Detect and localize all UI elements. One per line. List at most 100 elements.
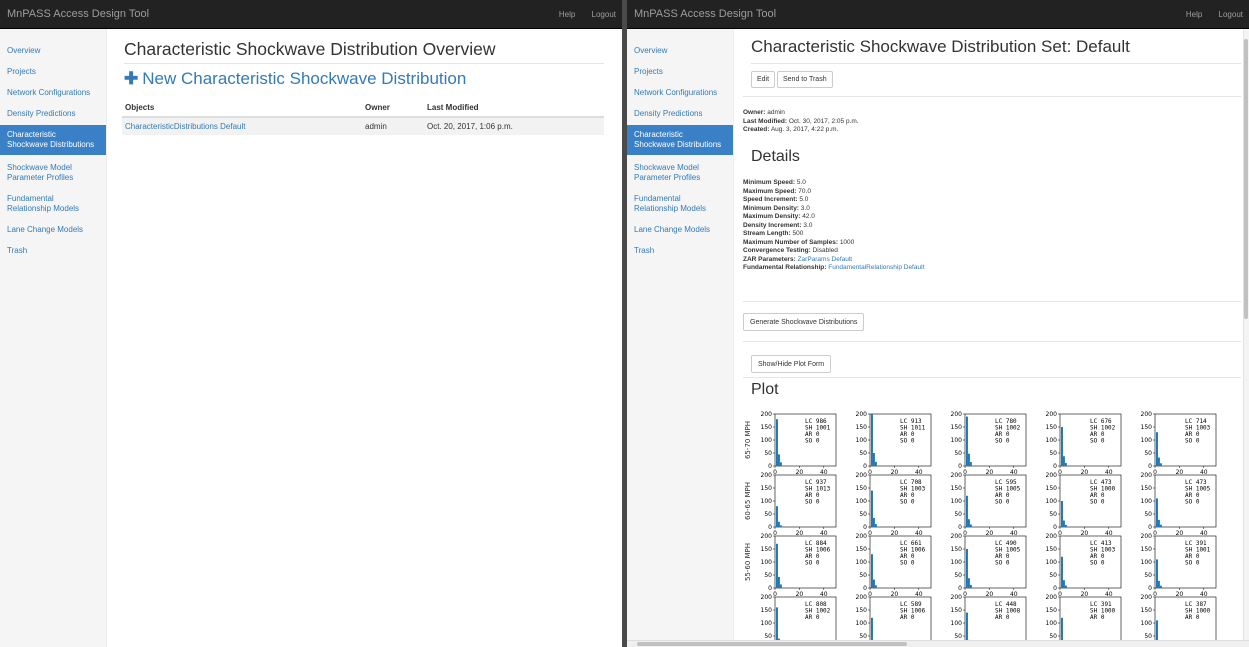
sidebar-item-overview[interactable]: Overview xyxy=(0,43,106,59)
page-title: Characteristic Shockwave Distribution Se… xyxy=(751,37,1130,56)
plot-form-divider xyxy=(743,377,1241,378)
histogram-bar xyxy=(871,490,873,527)
y-tick-label: 150 xyxy=(761,607,773,614)
nav-links: Help Logout xyxy=(545,10,616,19)
logout-link[interactable]: Logout xyxy=(592,10,616,19)
generate-distributions-button[interactable]: Generate Shockwave Distributions xyxy=(743,313,865,331)
panel-annotation: AR 0 xyxy=(1185,614,1200,621)
help-link[interactable]: Help xyxy=(1186,10,1202,19)
y-tick-label: 50 xyxy=(1144,633,1152,640)
cell-owner: admin xyxy=(362,116,424,135)
sidebar-item-density-predictions[interactable]: Density Predictions xyxy=(627,106,733,122)
cell-last-modified: Oct. 20, 2017, 1:06 p.m. xyxy=(424,116,604,135)
vertical-scrollbar[interactable] xyxy=(1243,29,1249,640)
sidebar-item-fundamental-relationship-models[interactable]: Fundamental Relationship Models xyxy=(0,191,106,217)
panel-annotation: SO 0 xyxy=(1185,499,1200,506)
y-tick-label: 150 xyxy=(1141,607,1153,614)
y-tick-label: 150 xyxy=(1141,546,1153,553)
panel-annotation: SO 0 xyxy=(805,438,820,445)
y-tick-label: 0 xyxy=(768,585,772,592)
histogram-bar xyxy=(1159,524,1162,527)
fundamental-relationship-link[interactable]: FundamentalRelationship Default xyxy=(828,264,924,271)
help-link[interactable]: Help xyxy=(559,10,575,19)
col-owner: Owner xyxy=(362,99,424,118)
details-heading: Details xyxy=(751,148,800,165)
y-tick-label: 200 xyxy=(761,472,773,479)
sidebar-item-shockwave-model-parameter-profiles[interactable]: Shockwave Model Parameter Profiles xyxy=(0,160,106,186)
sidebar-item-characteristic-shockwave-distributions[interactable]: Characteristic Shockwave Distributions xyxy=(0,125,106,155)
y-tick-label: 50 xyxy=(859,633,867,640)
y-tick-label: 150 xyxy=(951,607,963,614)
top-navbar: MnPASS Access Design Tool Help Logout xyxy=(627,0,1249,29)
sidebar-item-projects[interactable]: Projects xyxy=(0,64,106,80)
histogram-bar xyxy=(967,578,970,588)
sidebar-item-characteristic-shockwave-distributions[interactable]: Characteristic Shockwave Distributions xyxy=(627,125,733,155)
histogram-bar xyxy=(1064,462,1067,466)
sidebar: Overview Projects Network Configurations… xyxy=(0,29,107,647)
y-tick-label: 200 xyxy=(856,472,868,479)
right-window: MnPASS Access Design Tool Help Logout Ov… xyxy=(627,0,1249,647)
y-tick-label: 150 xyxy=(951,485,963,492)
sidebar-item-trash[interactable]: Trash xyxy=(0,243,106,259)
y-tick-label: 50 xyxy=(764,572,772,579)
object-link[interactable]: CharacteristicDistributions Default xyxy=(125,122,246,131)
histogram-bar xyxy=(871,554,873,588)
y-tick-label: 50 xyxy=(859,572,867,579)
sidebar-item-lane-change-models[interactable]: Lane Change Models xyxy=(627,222,733,238)
panel-annotation: SO 0 xyxy=(995,499,1010,506)
sidebar-item-fundamental-relationship-models[interactable]: Fundamental Relationship Models xyxy=(627,191,733,217)
sidebar-item-density-predictions[interactable]: Density Predictions xyxy=(0,106,106,122)
sidebar-item-projects[interactable]: Projects xyxy=(627,64,733,80)
sidebar-item-network-configurations[interactable]: Network Configurations xyxy=(0,85,106,101)
panel-annotation: AR 0 xyxy=(1090,614,1105,621)
histogram-bar xyxy=(776,419,778,466)
y-tick-label: 0 xyxy=(863,585,867,592)
panel-annotation: SO 0 xyxy=(805,499,820,506)
y-tick-label: 150 xyxy=(761,485,773,492)
y-tick-label: 150 xyxy=(951,546,963,553)
sidebar-item-lane-change-models[interactable]: Lane Change Models xyxy=(0,222,106,238)
histogram-bar xyxy=(967,519,970,527)
metadata: Owner: admin Last Modified: Oct. 30, 201… xyxy=(743,109,859,135)
new-distribution-link[interactable]: ✚ New Characteristic Shockwave Distributi… xyxy=(124,69,466,89)
horizontal-scrollbar-thumb[interactable] xyxy=(637,642,907,646)
panel-annotation: AR 0 xyxy=(995,614,1010,621)
y-tick-label: 150 xyxy=(1141,424,1153,431)
y-tick-label: 200 xyxy=(761,533,773,540)
y-tick-label: 0 xyxy=(958,585,962,592)
show-hide-plot-form-button[interactable]: Show/Hide Plot Form xyxy=(751,355,832,373)
y-tick-label: 200 xyxy=(951,594,963,601)
y-tick-label: 50 xyxy=(859,450,867,457)
sidebar-item-network-configurations[interactable]: Network Configurations xyxy=(627,85,733,101)
brand[interactable]: MnPASS Access Design Tool xyxy=(634,8,776,20)
y-tick-label: 0 xyxy=(1148,585,1152,592)
histogram-bar xyxy=(777,576,780,588)
y-tick-label: 50 xyxy=(764,633,772,640)
details-list: Minimum Speed: 5.0 Maximum Speed: 70.0 S… xyxy=(743,179,924,273)
send-to-trash-button[interactable]: Send to Trash xyxy=(777,71,833,88)
histogram-bar xyxy=(779,584,782,588)
sidebar: Overview Projects Network Configurations… xyxy=(627,29,734,647)
y-tick-label: 100 xyxy=(1046,559,1058,566)
zar-params-link[interactable]: ZarParams Default xyxy=(798,256,853,263)
horizontal-scrollbar[interactable] xyxy=(627,640,1249,647)
vertical-scrollbar-thumb[interactable] xyxy=(1244,39,1248,319)
histogram-bar xyxy=(776,543,778,588)
y-tick-label: 100 xyxy=(951,498,963,505)
y-tick-label: 200 xyxy=(1141,472,1153,479)
logout-link[interactable]: Logout xyxy=(1219,10,1243,19)
sidebar-item-overview[interactable]: Overview xyxy=(627,43,733,59)
y-tick-label: 200 xyxy=(1046,533,1058,540)
col-objects: Objects xyxy=(122,99,362,118)
y-tick-label: 50 xyxy=(954,450,962,457)
histogram-bar xyxy=(1156,559,1158,588)
brand[interactable]: MnPASS Access Design Tool xyxy=(7,8,149,20)
edit-button[interactable]: Edit xyxy=(751,71,776,88)
sidebar-item-shockwave-model-parameter-profiles[interactable]: Shockwave Model Parameter Profiles xyxy=(627,160,733,186)
y-tick-label: 100 xyxy=(1141,498,1153,505)
histogram-bar xyxy=(1062,580,1065,588)
y-tick-label: 150 xyxy=(951,424,963,431)
table-header-row: Objects Owner Last Modified xyxy=(122,99,604,118)
objects-table: Objects Owner Last Modified Characterist… xyxy=(122,99,604,135)
sidebar-item-trash[interactable]: Trash xyxy=(627,243,733,259)
